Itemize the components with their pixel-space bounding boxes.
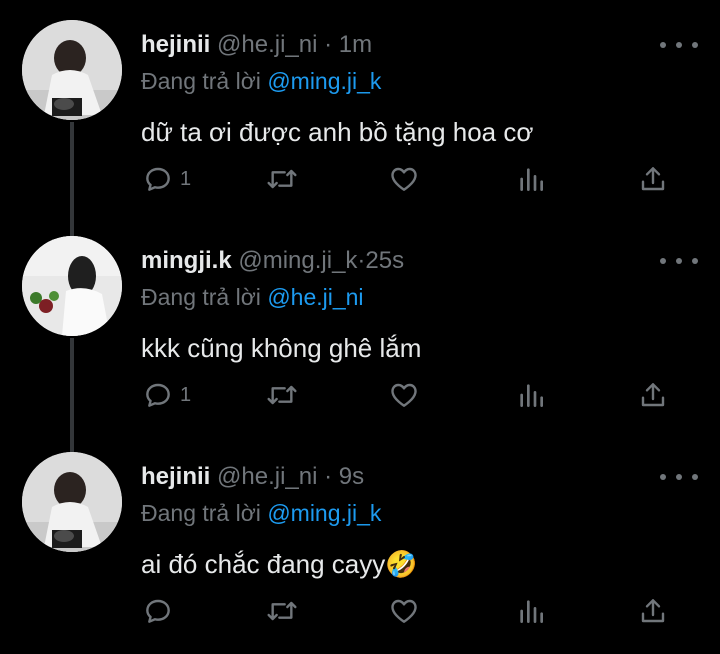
timestamp[interactable]: 1m	[339, 31, 372, 58]
user-handle[interactable]: @he.ji_ni	[217, 463, 317, 490]
reply-count: 1	[180, 383, 192, 406]
action-bar: 1	[0, 157, 720, 201]
timestamp[interactable]: 25s	[365, 247, 404, 274]
retweet-icon	[267, 385, 297, 405]
tweet-text: ai đó chắc đang cayy🤣	[141, 549, 418, 579]
reply-bubble-icon	[146, 599, 170, 623]
tweet-text: dữ ta ơi được anh bồ tặng hoa cơ	[141, 117, 534, 147]
like-button[interactable]	[388, 373, 420, 417]
reply-button[interactable]	[142, 589, 180, 633]
more-dots-icon	[676, 258, 682, 264]
reply-button[interactable]: 1	[142, 373, 191, 417]
tweet[interactable]: hejinii @he.ji_ni · 1m Đang trả lời @min…	[0, 0, 720, 216]
more-dots-icon	[676, 42, 682, 48]
tweet-header: mingji.k @ming.ji_k·25s	[141, 246, 404, 276]
heart-icon	[391, 383, 417, 407]
views-button[interactable]	[515, 589, 547, 633]
share-icon	[641, 383, 665, 407]
avatar[interactable]	[22, 20, 122, 120]
more-dots-icon	[676, 474, 682, 480]
separator-dot: ·	[324, 31, 333, 58]
views-button[interactable]	[515, 373, 547, 417]
retweet-button[interactable]	[264, 373, 300, 417]
more-options-button[interactable]	[660, 462, 698, 492]
separator-dot: ·	[324, 463, 333, 490]
replying-to: Đang trả lời @he.ji_ni	[141, 282, 364, 312]
share-button[interactable]	[637, 157, 669, 201]
avatar-photo	[22, 20, 122, 120]
reply-bubble-icon	[146, 383, 170, 407]
replying-to: Đang trả lời @ming.ji_k	[141, 66, 381, 96]
more-options-button[interactable]	[660, 30, 698, 60]
heart-icon	[391, 167, 417, 191]
retweet-button[interactable]	[264, 589, 300, 633]
more-dots-icon	[660, 474, 666, 480]
share-icon	[641, 599, 665, 623]
mention-link[interactable]: @he.ji_ni	[267, 284, 363, 310]
tweet[interactable]: hejinii @he.ji_ni · 9s Đang trả lời @min…	[0, 432, 720, 648]
reply-bubble-icon	[146, 167, 170, 191]
user-handle[interactable]: @ming.ji_k	[238, 247, 357, 274]
share-button[interactable]	[637, 589, 669, 633]
more-dots-icon	[692, 42, 698, 48]
mention-link[interactable]: @ming.ji_k	[267, 68, 381, 94]
replying-to-label: Đang trả lời	[141, 68, 261, 94]
views-bar-icon	[520, 600, 543, 623]
display-name[interactable]: mingji.k	[141, 247, 232, 274]
timestamp[interactable]: 9s	[339, 463, 364, 490]
more-options-button[interactable]	[660, 246, 698, 276]
share-button[interactable]	[637, 373, 669, 417]
more-dots-icon	[660, 42, 666, 48]
views-bar-icon	[520, 384, 543, 407]
retweet-icon	[267, 169, 297, 189]
more-dots-icon	[692, 474, 698, 480]
more-dots-icon	[660, 258, 666, 264]
views-bar-icon	[520, 168, 543, 191]
like-button[interactable]	[388, 589, 420, 633]
retweet-icon	[267, 601, 297, 621]
avatar-photo	[22, 452, 122, 552]
tweet-header: hejinii @he.ji_ni · 9s	[141, 462, 364, 492]
tweet-text: kkk cũng không ghê lắm	[141, 333, 422, 363]
user-handle[interactable]: @he.ji_ni	[217, 31, 317, 58]
more-dots-icon	[692, 258, 698, 264]
tweet-header: hejinii @he.ji_ni · 1m	[141, 30, 372, 60]
reply-count: 1	[180, 167, 192, 190]
avatar[interactable]	[22, 236, 122, 336]
display-name[interactable]: hejinii	[141, 463, 210, 490]
views-button[interactable]	[515, 157, 547, 201]
replying-to-label: Đang trả lời	[141, 284, 261, 310]
like-button[interactable]	[388, 157, 420, 201]
action-bar	[0, 589, 720, 633]
action-bar: 1	[0, 373, 720, 417]
tweet[interactable]: mingji.k @ming.ji_k·25s Đang trả lời @he…	[0, 216, 720, 432]
replying-to-label: Đang trả lời	[141, 500, 261, 526]
avatar-photo	[22, 236, 122, 336]
reply-button[interactable]: 1	[142, 157, 191, 201]
mention-link[interactable]: @ming.ji_k	[267, 500, 381, 526]
retweet-button[interactable]	[264, 157, 300, 201]
heart-icon	[391, 599, 417, 623]
display-name[interactable]: hejinii	[141, 31, 210, 58]
share-icon	[641, 167, 665, 191]
replying-to: Đang trả lời @ming.ji_k	[141, 498, 381, 528]
avatar[interactable]	[22, 452, 122, 552]
